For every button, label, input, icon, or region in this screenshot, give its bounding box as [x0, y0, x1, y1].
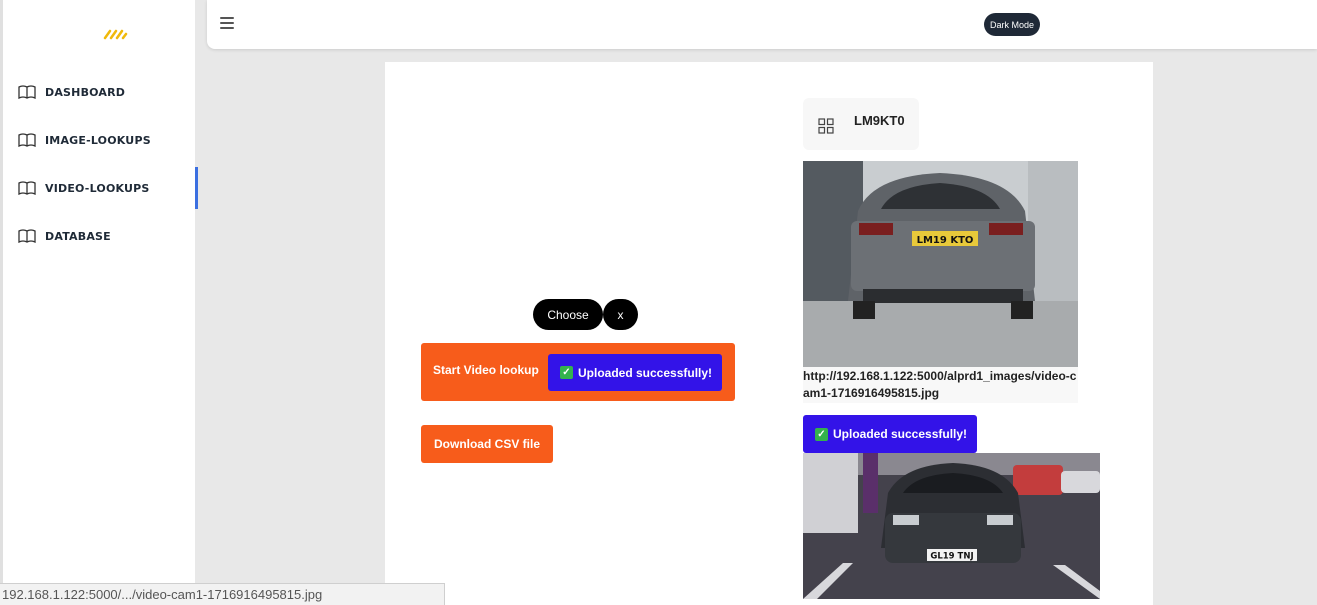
browser-status-bar: 192.168.1.122:5000/.../video-cam1-171691… [0, 583, 445, 605]
start-video-lookup-button[interactable]: Start Video lookup [433, 363, 539, 377]
start-video-lookup-panel: Start Video lookup ✓ Uploaded successful… [421, 343, 735, 401]
car-image-1: LM19 KTO [803, 161, 1078, 367]
book-icon [18, 229, 36, 243]
choose-file-button[interactable]: Choose [533, 299, 603, 330]
plate-text-image-1: LM19 KTO [917, 235, 974, 246]
book-icon [18, 85, 36, 99]
check-icon: ✓ [560, 366, 573, 379]
plate-text-image-2: GL19 TNJ [930, 552, 973, 562]
logo-icon [103, 29, 128, 40]
plate-result-card: LM9KT0 [803, 98, 919, 150]
check-icon: ✓ [815, 427, 828, 441]
upload-status-badge: ✓ Uploaded successfully! [548, 354, 722, 391]
sidebar-item-dashboard[interactable]: DASHBOARD [3, 71, 198, 113]
result-status-text: Uploaded successfully! [833, 427, 968, 441]
clear-file-button[interactable]: x [603, 299, 638, 330]
image-url-text: http://192.168.1.122:5000/alprd1_images/… [803, 369, 1077, 400]
sidebar-item-label: DATABASE [45, 229, 111, 243]
dark-mode-button[interactable]: Dark Mode [984, 13, 1040, 36]
menu-icon[interactable] [220, 17, 234, 31]
result-status-badge: ✓ Uploaded successfully! [803, 415, 977, 453]
sidebar: DASHBOARD IMAGE-LOOKUPS VIDEO-LOOKUPS DA… [0, 0, 198, 605]
car-image-2: GL19 TNJ [803, 453, 1100, 599]
upload-status-text: Uploaded successfully! [578, 365, 713, 380]
top-bar: Dark Mode [207, 0, 1317, 49]
sidebar-item-label: VIDEO-LOOKUPS [45, 181, 150, 195]
sidebar-item-label: IMAGE-LOOKUPS [45, 133, 151, 147]
sidebar-item-database[interactable]: DATABASE [3, 215, 198, 257]
sidebar-item-image-lookups[interactable]: IMAGE-LOOKUPS [3, 119, 198, 161]
image-url-box: http://192.168.1.122:5000/alprd1_images/… [803, 367, 1078, 403]
grid-icon [818, 118, 834, 134]
sidebar-item-label: DASHBOARD [45, 85, 126, 99]
sidebar-item-video-lookups[interactable]: VIDEO-LOOKUPS [3, 167, 198, 209]
download-csv-button[interactable]: Download CSV file [421, 425, 553, 463]
plate-number: LM9KT0 [854, 113, 905, 128]
book-icon [18, 133, 36, 147]
book-icon [18, 181, 36, 195]
